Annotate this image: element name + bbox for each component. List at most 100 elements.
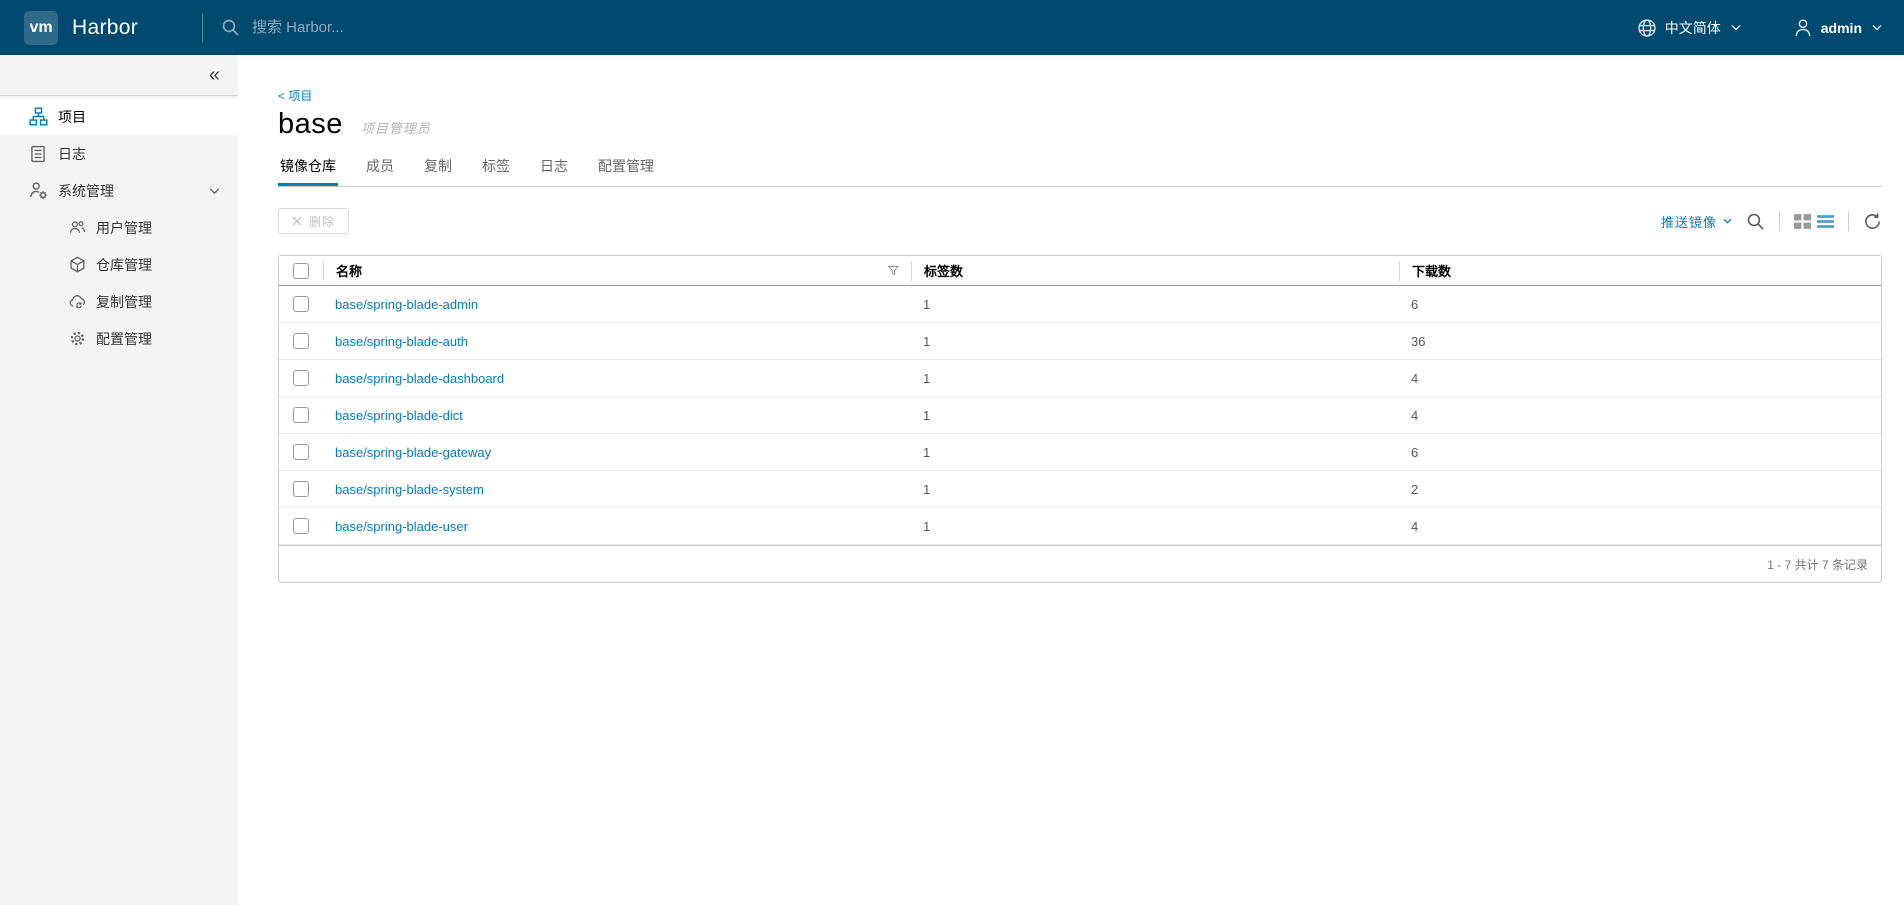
repositories-table: 名称 标签数 下载数 base/spring-blade-admin 1 6 b… (278, 255, 1882, 583)
row-checkbox[interactable] (293, 518, 309, 534)
tags-count: 1 (923, 518, 931, 534)
downloads-count: 4 (1411, 518, 1419, 534)
sidebar-item-label: 日志 (58, 145, 86, 162)
row-checkbox[interactable] (293, 296, 309, 312)
tags-count: 1 (923, 370, 931, 386)
sidebar-item-administration[interactable]: 系统管理 (0, 172, 238, 209)
sidebar-item-label: 用户管理 (96, 219, 152, 236)
delete-button[interactable]: 删除 (278, 208, 350, 234)
row-checkbox[interactable] (293, 333, 309, 349)
record-count: 1 - 7 共计 7 条记录 (1767, 557, 1868, 572)
column-header-tags: 标签数 (911, 260, 1399, 281)
sidebar-item-projects[interactable]: 项目 (0, 98, 238, 135)
chevron-down-icon (209, 187, 220, 195)
toolbar-divider (1779, 211, 1780, 231)
sidebar-item-label: 系统管理 (58, 182, 114, 199)
table-header: 名称 标签数 下载数 (279, 256, 1881, 286)
repo-link[interactable]: base/spring-blade-dict (335, 408, 463, 423)
admin-icon (28, 181, 48, 201)
registry-icon (68, 256, 86, 274)
config-icon (68, 330, 86, 348)
sidebar-item-registry-management[interactable]: 仓库管理 (0, 246, 238, 283)
sidebar-item-label: 仓库管理 (96, 256, 152, 273)
table-row: base/spring-blade-dict 1 4 (279, 397, 1881, 434)
table-row: base/spring-blade-system 1 2 (279, 471, 1881, 508)
tags-count: 1 (923, 296, 931, 312)
table-row: base/spring-blade-user 1 4 (279, 508, 1881, 545)
row-checkbox[interactable] (293, 481, 309, 497)
table-row: base/spring-blade-dashboard 1 4 (279, 360, 1881, 397)
sidebar-item-logs[interactable]: 日志 (0, 135, 238, 172)
push-image-dropdown[interactable]: 推送镜像 (1661, 212, 1732, 231)
tab-configuration[interactable]: 配置管理 (596, 150, 656, 186)
close-icon (292, 216, 302, 226)
search-repositories-icon[interactable] (1746, 212, 1765, 231)
repo-link[interactable]: base/spring-blade-user (335, 519, 468, 534)
logs-icon (28, 144, 48, 164)
card-view-icon[interactable] (1794, 213, 1811, 229)
repo-link[interactable]: base/spring-blade-system (335, 482, 484, 497)
role-badge: 项目管理员 (360, 121, 431, 136)
repo-link[interactable]: base/spring-blade-gateway (335, 445, 491, 460)
sidebar: « 项目 日志 系统管理 用户管理 仓库管理 复制管理 配置管理 (0, 55, 238, 905)
sidebar-item-configuration-management[interactable]: 配置管理 (0, 320, 238, 357)
list-view-icon[interactable] (1817, 214, 1834, 229)
toolbar-divider (1848, 211, 1849, 231)
tab-labels[interactable]: 标签 (480, 150, 512, 186)
downloads-count: 2 (1411, 481, 1419, 497)
tags-count: 1 (923, 444, 931, 460)
search-input[interactable] (252, 19, 672, 36)
table-row: base/spring-blade-admin 1 6 (279, 286, 1881, 323)
user-icon (1793, 18, 1813, 38)
filter-icon[interactable] (888, 265, 899, 276)
downloads-count: 36 (1411, 333, 1426, 349)
sidebar-item-label: 项目 (58, 108, 86, 125)
header-actions: 中文简体 admin (1637, 18, 1904, 38)
tags-count: 1 (923, 407, 931, 423)
repo-link[interactable]: base/spring-blade-dashboard (335, 371, 504, 386)
row-checkbox[interactable] (293, 370, 309, 386)
header-divider (202, 13, 203, 42)
sidebar-item-replication-management[interactable]: 复制管理 (0, 283, 238, 320)
page-title: base (278, 108, 343, 140)
sidebar-item-label: 复制管理 (96, 293, 152, 310)
breadcrumb-projects-link[interactable]: < 项目 (278, 87, 312, 104)
tab-repositories[interactable]: 镜像仓库 (278, 150, 338, 186)
tags-count: 1 (923, 481, 931, 497)
projects-icon (28, 107, 48, 127)
collapse-sidebar-button[interactable]: « (209, 65, 220, 85)
sidebar-collapse-row: « (0, 55, 238, 96)
tab-replication[interactable]: 复制 (422, 150, 454, 186)
tab-members[interactable]: 成员 (364, 150, 396, 186)
table-row: base/spring-blade-auth 1 36 (279, 323, 1881, 360)
repo-link[interactable]: base/spring-blade-auth (335, 334, 468, 349)
user-name: admin (1820, 19, 1862, 36)
globe-icon (1637, 18, 1657, 38)
app-header: vm Harbor 中文简体 (0, 0, 1904, 55)
downloads-count: 4 (1411, 370, 1419, 386)
search-icon (221, 18, 240, 37)
downloads-count: 6 (1411, 296, 1419, 312)
downloads-count: 4 (1411, 407, 1419, 423)
table-row: base/spring-blade-gateway 1 6 (279, 434, 1881, 471)
chevron-down-icon (1731, 24, 1741, 31)
select-all-checkbox[interactable] (293, 262, 309, 279)
refresh-icon[interactable] (1863, 212, 1882, 231)
row-checkbox[interactable] (293, 444, 309, 460)
repo-link[interactable]: base/spring-blade-admin (335, 297, 478, 312)
chevron-down-icon (1723, 218, 1732, 224)
row-checkbox[interactable] (293, 407, 309, 423)
sidebar-item-user-management[interactable]: 用户管理 (0, 209, 238, 246)
chevron-down-icon (1872, 24, 1882, 31)
harbor-logo[interactable]: vm Harbor (0, 10, 202, 45)
sidebar-item-label: 配置管理 (96, 330, 152, 347)
vmware-logo-icon: vm (24, 10, 58, 45)
user-menu[interactable]: admin (1793, 18, 1882, 38)
downloads-count: 6 (1411, 444, 1419, 460)
tags-count: 1 (923, 333, 931, 349)
tab-logs[interactable]: 日志 (538, 150, 570, 186)
language-label: 中文简体 (1664, 19, 1721, 36)
table-footer: 1 - 7 共计 7 条记录 (279, 545, 1881, 582)
replication-icon (68, 293, 86, 311)
language-selector[interactable]: 中文简体 (1637, 18, 1741, 38)
